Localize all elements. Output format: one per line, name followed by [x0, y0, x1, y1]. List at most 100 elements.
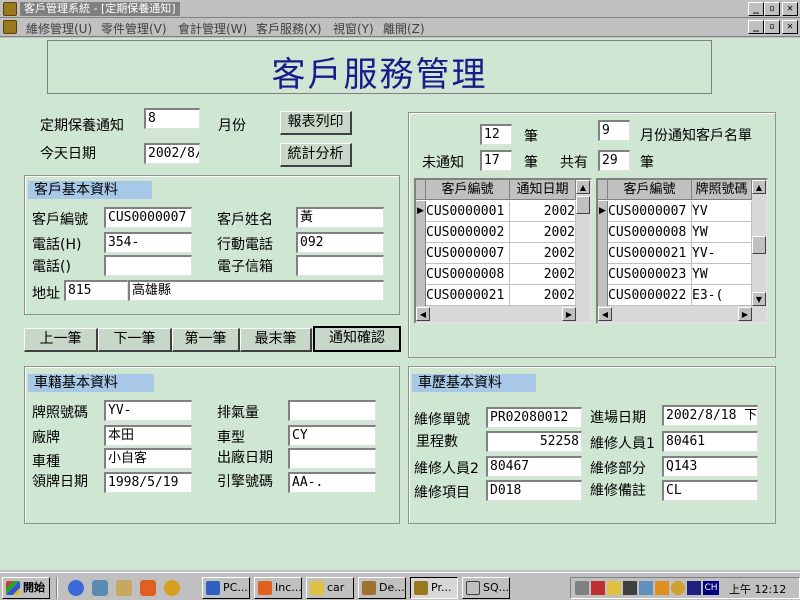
- staff1-field[interactable]: 80461: [662, 431, 758, 452]
- grid-header-notice-date[interactable]: 通知日期: [510, 180, 576, 200]
- antivirus-icon[interactable]: [671, 581, 685, 595]
- customer-id-field[interactable]: CUS0000007: [104, 207, 192, 228]
- grid-cell[interactable]: E3-(: [692, 285, 752, 306]
- grid-cell[interactable]: YW: [692, 222, 752, 243]
- grid-cell[interactable]: CUS0000001: [426, 201, 510, 222]
- desktop-icon[interactable]: [116, 580, 132, 596]
- menu-window[interactable]: 視窗(Y): [333, 20, 374, 37]
- app-icon[interactable]: [3, 2, 17, 16]
- grid-cell[interactable]: CUS0000008: [608, 222, 692, 243]
- task-button-4[interactable]: De...: [358, 577, 406, 599]
- zip-code-field[interactable]: 815: [64, 280, 128, 301]
- unnotified-count-field[interactable]: 17: [480, 150, 512, 171]
- grid-cell[interactable]: 2002: [510, 201, 576, 222]
- grid-cell[interactable]: 2002: [510, 264, 576, 285]
- mileage-field[interactable]: 52258: [486, 431, 582, 452]
- grid-cell[interactable]: CUS0000021: [426, 285, 510, 306]
- grid-vertical-scrollbar[interactable]: ▲ ▼: [752, 180, 766, 306]
- task-button-6[interactable]: SQ...: [462, 577, 510, 599]
- internet-explorer-icon[interactable]: [68, 580, 84, 596]
- grid-cell[interactable]: CUS0000002: [426, 222, 510, 243]
- scroll-right-icon[interactable]: ▶: [738, 307, 752, 321]
- staff2-field[interactable]: 80467: [486, 456, 582, 477]
- customer-name-field[interactable]: 黃: [296, 207, 384, 228]
- grid-horizontal-scrollbar[interactable]: ◀ ▶: [598, 306, 766, 322]
- scroll-thumb[interactable]: [576, 196, 590, 214]
- child-window-icon[interactable]: [3, 20, 17, 34]
- menu-parts[interactable]: 零件管理(V): [101, 20, 167, 37]
- first-record-button[interactable]: 第一筆: [172, 328, 240, 352]
- mail-icon[interactable]: [140, 580, 156, 596]
- confirm-notice-button[interactable]: 通知確認: [313, 326, 401, 352]
- engine-number-field[interactable]: AA-.: [288, 472, 376, 493]
- grid-header-customer-id[interactable]: 客戶編號: [426, 180, 510, 200]
- grid-cell[interactable]: 2002: [510, 243, 576, 264]
- grid-cell[interactable]: CUS0000007: [426, 243, 510, 264]
- home-phone-field[interactable]: 354-: [104, 232, 192, 253]
- previous-record-button[interactable]: 上一筆: [24, 328, 98, 352]
- repair-note-field[interactable]: CL: [662, 480, 758, 501]
- next-record-button[interactable]: 下一筆: [98, 328, 172, 352]
- speaker-icon[interactable]: [575, 581, 589, 595]
- manufacture-date-field[interactable]: [288, 448, 376, 469]
- grid-cell[interactable]: 2002: [510, 222, 576, 243]
- child-minimize-button[interactable]: _: [748, 20, 764, 34]
- email-field[interactable]: [296, 255, 384, 276]
- notice-grid[interactable]: 客戶編號 通知日期 ▶ CUS0000001 2002 CUS0000002 2…: [414, 178, 592, 324]
- grid-header-customer-id[interactable]: 客戶編號: [608, 180, 692, 200]
- monitor-icon[interactable]: [623, 581, 637, 595]
- close-button[interactable]: ✕: [782, 2, 798, 16]
- task-button-3[interactable]: car: [306, 577, 354, 599]
- display-icon[interactable]: [639, 581, 653, 595]
- order-number-field[interactable]: PR02080012: [486, 407, 582, 428]
- grid-cell[interactable]: YV-: [692, 243, 752, 264]
- menu-accounting[interactable]: 會計管理(W): [178, 20, 247, 37]
- address-field[interactable]: 高雄縣: [128, 280, 384, 301]
- scroll-down-icon[interactable]: ▼: [752, 292, 766, 306]
- task-button-1[interactable]: PC...: [202, 577, 250, 599]
- task-button-2[interactable]: Inc...: [254, 577, 302, 599]
- license-date-field[interactable]: 1998/5/19: [104, 472, 192, 493]
- today-date-field[interactable]: 2002/8/2: [144, 143, 200, 164]
- grid-cell[interactable]: CUS0000008: [426, 264, 510, 285]
- total-count-field[interactable]: 29: [598, 150, 630, 171]
- volume-icon[interactable]: [687, 581, 701, 595]
- grid-horizontal-scrollbar[interactable]: ◀ ▶: [416, 306, 590, 322]
- scroll-thumb[interactable]: [752, 236, 766, 254]
- plate-grid[interactable]: 客戶編號 牌照號碼 ▶ CUS0000007 YV CUS0000008 YW …: [596, 178, 768, 324]
- office-phone-field[interactable]: [104, 255, 192, 276]
- clock[interactable]: 上午 12:12: [729, 581, 786, 597]
- grid-cell[interactable]: CUS0000007: [608, 201, 692, 222]
- scroll-left-icon[interactable]: ◀: [598, 307, 612, 321]
- scroll-right-icon[interactable]: ▶: [562, 307, 576, 321]
- restore-button[interactable]: ▫: [764, 2, 780, 16]
- grid-cell[interactable]: CUS0000021: [608, 243, 692, 264]
- task-button-5-active[interactable]: Pr...: [410, 577, 458, 599]
- child-close-button[interactable]: ✕: [782, 20, 798, 34]
- exhaust-field[interactable]: [288, 400, 376, 421]
- grid-cell[interactable]: YV: [692, 201, 752, 222]
- ime-indicator[interactable]: CH: [703, 581, 719, 595]
- model-field[interactable]: CY: [288, 425, 376, 446]
- plate-field[interactable]: YV-: [104, 400, 192, 421]
- mobile-phone-field[interactable]: 092: [296, 232, 384, 253]
- notice-month-field[interactable]: 8: [144, 108, 200, 129]
- vehicle-type-field[interactable]: 小自客: [104, 448, 192, 469]
- window-title-bar[interactable]: 客戶管理系統 - [定期保養通知] _ ▫ ✕: [0, 0, 800, 18]
- last-record-button[interactable]: 最末筆: [240, 328, 312, 352]
- entry-date-field[interactable]: 2002/8/18 下午: [662, 405, 758, 426]
- grid-vertical-scrollbar[interactable]: ▲: [576, 180, 590, 306]
- notified-count-field[interactable]: 12: [480, 124, 512, 145]
- menu-exit[interactable]: 離開(Z): [383, 20, 425, 37]
- grid-cell[interactable]: CUS0000023: [608, 264, 692, 285]
- brand-field[interactable]: 本田: [104, 425, 192, 446]
- start-button[interactable]: 開始: [2, 577, 50, 599]
- child-restore-button[interactable]: ▫: [764, 20, 780, 34]
- grid-cell[interactable]: CUS0000022: [608, 285, 692, 306]
- printer-icon[interactable]: [655, 581, 669, 595]
- repair-dept-field[interactable]: Q143: [662, 456, 758, 477]
- grid-cell[interactable]: 2002: [510, 285, 576, 306]
- statistics-button[interactable]: 統計分析: [280, 143, 352, 167]
- network-icon[interactable]: [591, 581, 605, 595]
- menu-repair[interactable]: 維修管理(U): [26, 20, 92, 37]
